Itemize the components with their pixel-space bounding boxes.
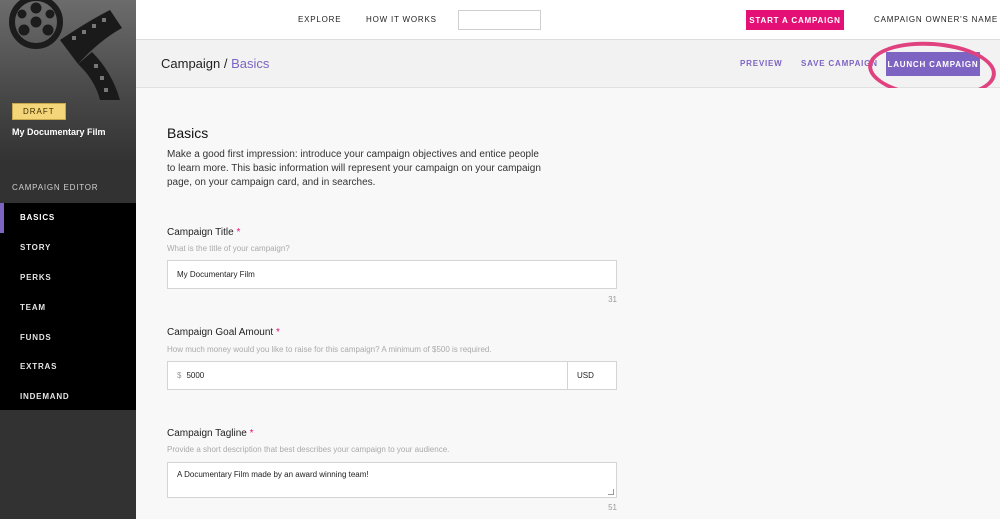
main-content: Basics Make a good first impression: int…	[136, 88, 1000, 519]
sidebar-item-label: FUNDS	[20, 332, 52, 342]
currency-symbol: $	[177, 371, 182, 380]
save-campaign-button[interactable]: SAVE CAMPAIGN	[801, 59, 878, 68]
sidebar-item-label: STORY	[20, 243, 52, 253]
goal-amount-label: Campaign Goal Amount *	[167, 327, 280, 338]
goal-amount-label-text: Campaign Goal Amount	[167, 327, 274, 338]
sidebar-item-basics[interactable]: BASICS	[0, 203, 136, 233]
campaign-name: My Documentary Film	[12, 127, 106, 137]
editor-nav: BASICS STORY PERKS TEAM FUNDS EXTRAS IND…	[0, 203, 136, 410]
top-navigation: EXPLORE HOW IT WORKS START A CAMPAIGN CA…	[136, 0, 1000, 40]
campaign-title-label-text: Campaign Title	[167, 227, 234, 238]
goal-amount-input[interactable]: $ 5000	[167, 361, 568, 390]
sidebar-item-label: TEAM	[20, 302, 46, 312]
search-input[interactable]	[458, 10, 541, 30]
sidebar-item-indemand[interactable]: INDEMAND	[0, 382, 136, 412]
editor-header: Campaign / Basics PREVIEW SAVE CAMPAIGN …	[136, 37, 1000, 103]
editor-heading: CAMPAIGN EDITOR	[12, 183, 99, 192]
sidebar-item-label: BASICS	[20, 213, 56, 223]
page-description: Make a good first impression: introduce …	[167, 149, 541, 188]
sidebar-item-perks[interactable]: PERKS	[0, 263, 136, 293]
sidebar-item-label: PERKS	[20, 272, 52, 282]
owner-name-link[interactable]: CAMPAIGN OWNER'S NAME	[874, 15, 998, 24]
film-reel-icon	[9, 0, 122, 100]
start-campaign-button[interactable]: START A CAMPAIGN	[746, 10, 844, 30]
campaign-title-label: Campaign Title *	[167, 227, 240, 238]
tagline-label-text: Campaign Tagline	[167, 428, 247, 439]
sidebar-item-funds[interactable]: FUNDS	[0, 322, 136, 352]
breadcrumb-root[interactable]: Campaign	[161, 56, 220, 71]
currency-select[interactable]: USD	[568, 361, 617, 390]
sidebar-item-story[interactable]: STORY	[0, 233, 136, 263]
breadcrumb-current: Basics	[231, 56, 270, 71]
sidebar-item-extras[interactable]: EXTRAS	[0, 352, 136, 382]
goal-amount-value: 5000	[186, 371, 205, 380]
campaign-title-counter: 31	[608, 295, 617, 304]
explore-link[interactable]: EXPLORE	[298, 15, 341, 24]
tagline-textarea[interactable]: A Documentary Film made by an award winn…	[167, 462, 617, 498]
campaign-title-help: What is the title of your campaign?	[167, 244, 290, 253]
goal-amount-help: How much money would you like to raise f…	[167, 345, 492, 354]
preview-button[interactable]: PREVIEW	[740, 59, 783, 68]
sidebar-item-team[interactable]: TEAM	[0, 292, 136, 322]
campaign-cover-image: DRAFT My Documentary Film	[0, 0, 136, 160]
status-badge: DRAFT	[12, 103, 66, 120]
breadcrumb: Campaign / Basics	[161, 56, 269, 71]
required-marker: *	[275, 327, 280, 338]
tagline-label: Campaign Tagline *	[167, 428, 254, 439]
sidebar-item-label: INDEMAND	[20, 392, 70, 402]
page-title: Basics	[167, 125, 209, 141]
sidebar-item-label: EXTRAS	[20, 362, 58, 372]
tagline-value: A Documentary Film made by an award winn…	[177, 470, 369, 479]
campaign-title-input[interactable]: My Documentary Film	[167, 260, 617, 289]
how-it-works-link[interactable]: HOW IT WORKS	[366, 15, 437, 24]
goal-amount-row: $ 5000 USD	[167, 361, 617, 390]
breadcrumb-separator: /	[220, 56, 232, 71]
required-marker: *	[249, 428, 254, 439]
tagline-counter: 51	[608, 503, 617, 512]
resize-grip-icon[interactable]	[608, 489, 614, 495]
sidebar: DRAFT My Documentary Film CAMPAIGN EDITO…	[0, 0, 136, 519]
required-marker: *	[236, 227, 241, 238]
tagline-help: Provide a short description that best de…	[167, 445, 450, 454]
